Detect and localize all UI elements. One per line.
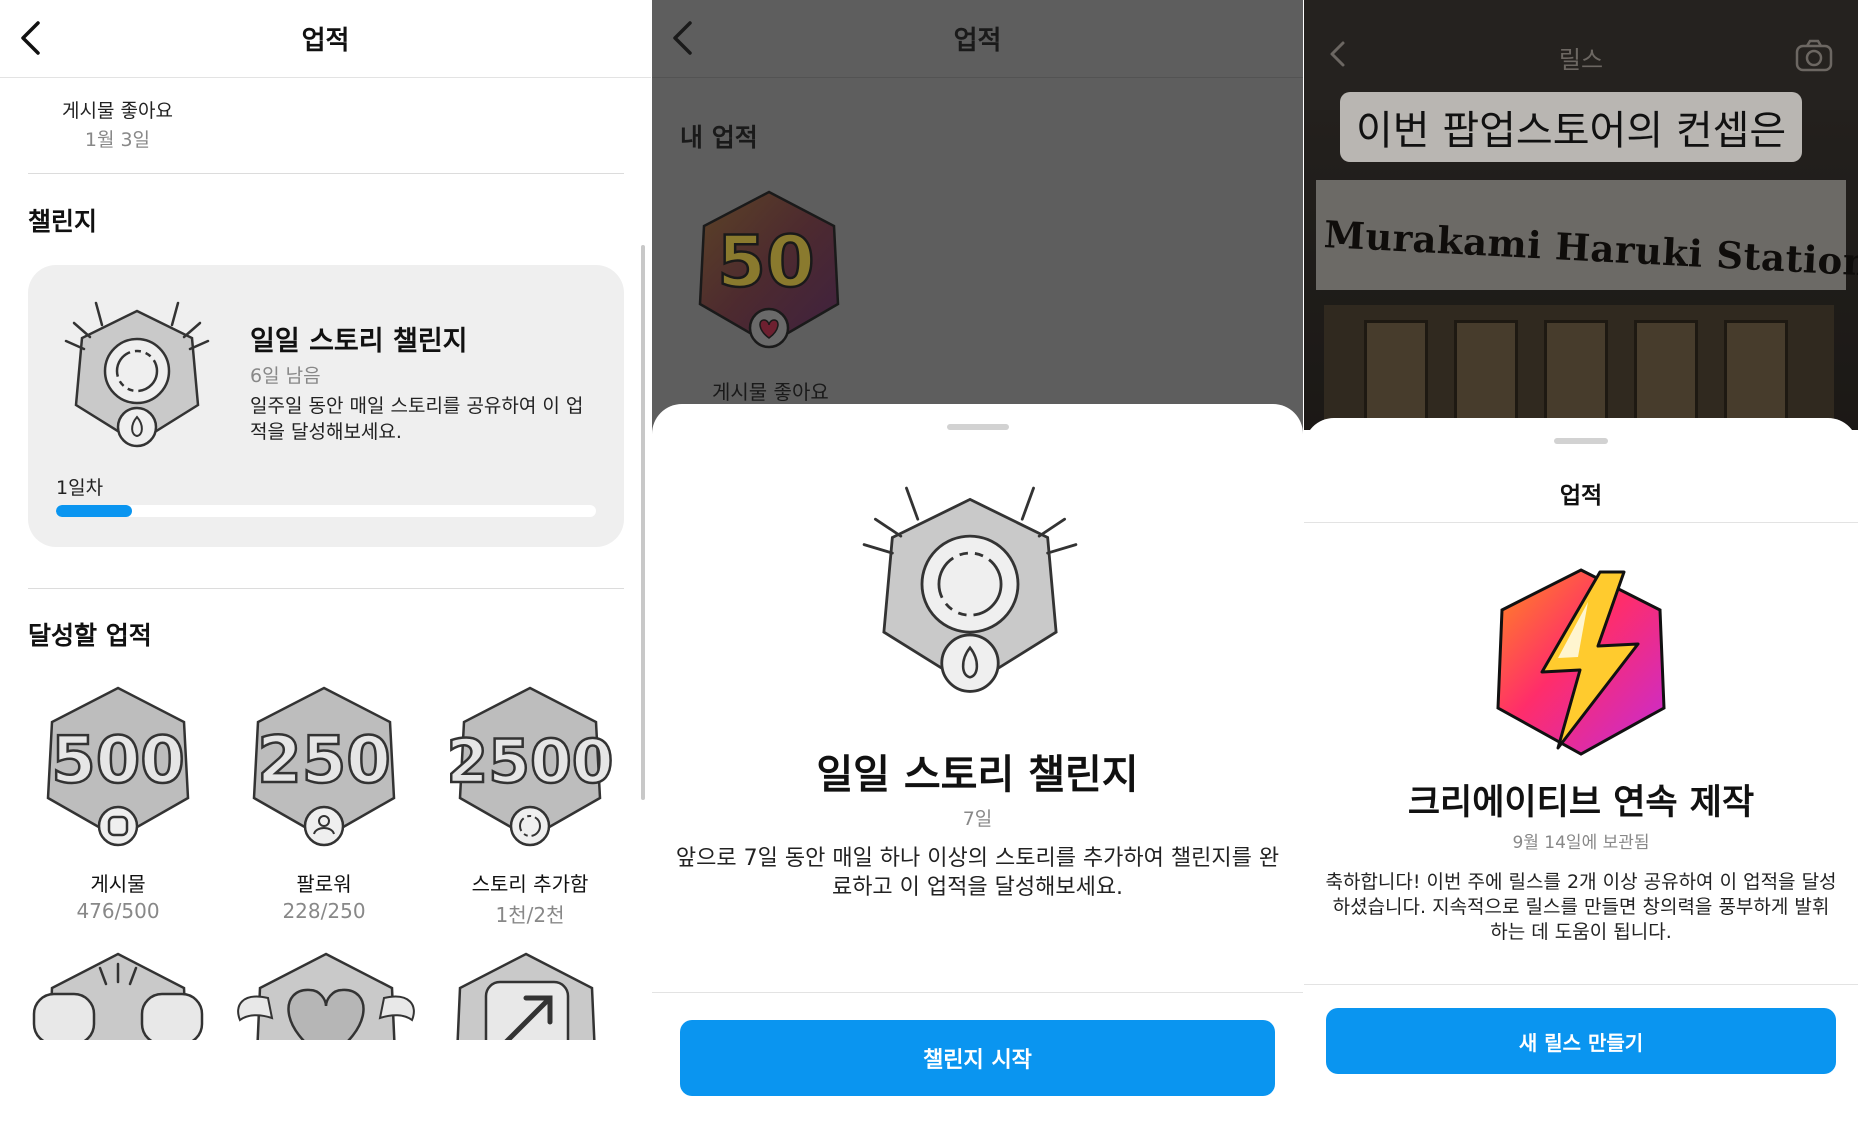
sheet-subtitle: 7일 (962, 808, 993, 830)
divider (1304, 522, 1858, 523)
back-button[interactable] (14, 20, 48, 56)
chevron-left-icon (21, 21, 40, 55)
top-nav: 업적 (0, 0, 651, 78)
camera-icon[interactable] (1794, 38, 1834, 72)
top-nav: 업적 (652, 0, 1303, 78)
bottom-sheet: 일일 스토리 챌린지 7일 앞으로 7일 동안 매일 하나 이상의 스토리를 추… (652, 404, 1303, 1125)
sheet-header: 업적 (1559, 483, 1603, 509)
achievement-followers[interactable]: 250 팔로워 228/250 (234, 680, 414, 923)
sheet-drag-handle[interactable] (946, 424, 1009, 430)
badge-number: 500 (51, 724, 185, 798)
lightning-bolt-badge-icon (1496, 568, 1666, 756)
challenge-section-title: 챌린지 (28, 207, 98, 236)
badge-number: 250 (257, 724, 391, 798)
more-achievements-row (28, 948, 628, 1040)
reels-title: 릴스 (1558, 46, 1604, 74)
achievement-name: 스토리 추가함 (471, 872, 589, 896)
challenge-progress-bar (56, 505, 596, 517)
sheet-drag-handle[interactable] (1554, 438, 1608, 444)
story-challenge-badge-icon (64, 301, 210, 448)
progress-target: /250 (320, 899, 366, 923)
achievement-name: 게시물 (90, 872, 146, 896)
sheet-description: 축하합니다! 이번 주에 릴스를 2개 이상 공유하여 이 업적을 달성하셨습니… (1325, 871, 1837, 943)
challenge-title: 일일 스토리 챌린지 (250, 326, 468, 357)
divider (28, 588, 624, 589)
progress-current: 1천 (495, 903, 527, 927)
sheet-title: 일일 스토리 챌린지 (816, 752, 1139, 798)
bottom-sheet: 업적 크리에이티브 연속 제작 9월 14일에 보관됨 축하합니다! 이번 주에… (1304, 418, 1858, 1125)
progress-fill (56, 505, 132, 517)
challenge-day-label: 1일차 (56, 477, 104, 499)
achievement-progress: 1천/2천 (440, 899, 620, 928)
divider (652, 992, 1303, 993)
challenge-detail-screen: 업적 내 업적 50 게시물 좋아요 일일 스토리 챌린지 7일 앞으로 7일 … (652, 0, 1303, 1125)
earned-badge-label: 게시물 좋아요 (712, 380, 829, 404)
achievement-name: 팔로워 (296, 872, 352, 896)
achievement-progress: 228/250 (234, 899, 414, 923)
badge-number: 2500 (447, 727, 614, 797)
divider (1304, 984, 1858, 985)
badge-number: 50 (717, 221, 814, 303)
achievement-stories[interactable]: 2500 스토리 추가함 1천/2천 (440, 680, 620, 928)
progress-current: 228 (282, 899, 321, 923)
create-reel-button[interactable]: 새 릴스 만들기 (1326, 1008, 1836, 1074)
scrollbar[interactable] (641, 245, 645, 800)
story-challenge-badge-icon (862, 486, 1078, 693)
start-challenge-button[interactable]: 챌린지 시작 (680, 1020, 1275, 1096)
challenge-remaining: 6일 남음 (250, 365, 321, 387)
reel-caption: 이번 팝업스토어의 컨셉은 (1340, 92, 1803, 162)
progress-target: /2천 (526, 903, 565, 927)
chevron-left-icon[interactable] (1328, 40, 1348, 68)
stories-2500-badge-icon: 2500 (445, 686, 615, 847)
achievements-section-title: 달성할 업적 (28, 621, 152, 650)
likes-50-badge-icon: 50 (698, 190, 840, 349)
achievements-screen: 업적 게시물 좋아요 1월 3일 챌린지 일일 스토리 챌린지 6일 남음 일주… (0, 0, 651, 1125)
sheet-subtitle: 9월 14일에 보관됨 (1512, 833, 1650, 853)
my-achievements-title: 내 업적 (680, 123, 758, 152)
partial-badges-icon (32, 952, 596, 1040)
challenge-card[interactable]: 일일 스토리 챌린지 6일 남음 일주일 동안 매일 스토리를 공유하여 이 업… (28, 265, 624, 547)
sheet-description: 앞으로 7일 동안 매일 하나 이상의 스토리를 추가하여 챌린지를 완료하고 … (675, 846, 1280, 900)
challenge-description: 일주일 동안 매일 스토리를 공유하여 이 업적을 달성해보세요. (250, 395, 584, 443)
progress-target: /500 (114, 899, 160, 923)
page-title: 업적 (953, 26, 1002, 56)
reels-background-photo[interactable]: Murakami Haruki Station 이번 팝업스토어의 컨셉은 릴스 (1304, 0, 1858, 430)
achievement-name: 게시물 좋아요 (62, 100, 173, 122)
sheet-title: 크리에이티브 연속 제작 (1407, 783, 1755, 823)
progress-current: 476 (76, 899, 115, 923)
achievement-posts[interactable]: 500 게시물 476/500 (28, 680, 208, 923)
achievement-progress: 476/500 (28, 899, 208, 923)
divider (28, 173, 624, 174)
posts-500-badge-icon: 500 (46, 686, 190, 847)
reels-achievement-screen: Murakami Haruki Station 이번 팝업스토어의 컨셉은 릴스… (1304, 0, 1858, 1125)
earned-achievement-item[interactable]: 게시물 좋아요 1월 3일 (62, 96, 173, 152)
chevron-left-icon (673, 21, 692, 55)
page-title: 업적 (301, 26, 350, 56)
followers-250-badge-icon: 250 (252, 686, 396, 847)
achievement-date: 1월 3일 (84, 129, 151, 151)
back-button[interactable] (666, 20, 700, 56)
